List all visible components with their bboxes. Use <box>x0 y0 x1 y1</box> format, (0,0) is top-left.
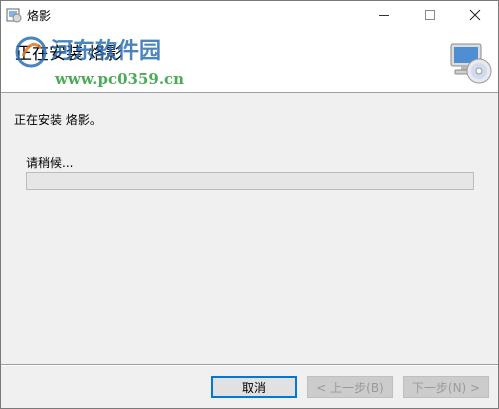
maximize-icon <box>425 10 435 20</box>
minimize-button[interactable] <box>361 1 407 29</box>
installer-app-icon <box>6 8 22 23</box>
installer-window: 烙影 正在安装 烙影 河东软件园 www.pc0359.cn 正在安装 烙影。 … <box>0 0 499 409</box>
footer-divider-highlight <box>1 365 498 366</box>
install-progress-bar <box>26 172 474 190</box>
maximize-button[interactable] <box>407 1 453 29</box>
wait-label: 请稍候... <box>26 156 74 170</box>
cancel-button[interactable]: 取消 <box>211 376 297 398</box>
next-button[interactable]: 下一步(N) > <box>403 376 489 398</box>
watermark-url: www.pc0359.cn <box>54 70 184 88</box>
window-title: 烙影 <box>27 9 52 23</box>
back-button[interactable]: < 上一步(B) <box>307 376 393 398</box>
title-bar: 烙影 <box>1 1 498 29</box>
close-icon <box>469 9 481 21</box>
watermark-logo: 河东软件园 www.pc0359.cn <box>15 36 184 88</box>
watermark-text: 河东软件园 <box>51 38 161 64</box>
header-banner: 正在安装 烙影 河东软件园 www.pc0359.cn <box>1 29 498 93</box>
computer-cd-icon <box>450 43 492 84</box>
minimize-icon <box>379 14 389 16</box>
install-status-text: 正在安装 烙影。 <box>14 113 102 127</box>
close-button[interactable] <box>452 1 498 29</box>
